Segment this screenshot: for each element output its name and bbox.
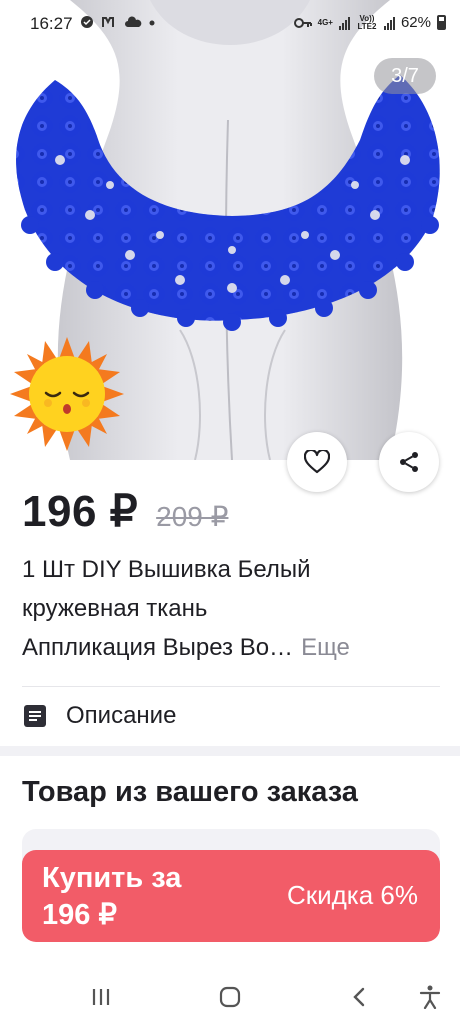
signal-icon-1: [338, 16, 350, 30]
key-icon: [293, 17, 312, 28]
description-label: Описание: [66, 702, 177, 729]
recent-apps-button[interactable]: [86, 982, 116, 1012]
dot-icon: [149, 20, 155, 26]
accessibility-button[interactable]: [415, 982, 445, 1012]
favorite-button[interactable]: [287, 432, 347, 492]
title-line: 1 Шт DIY Вышивка Белый: [22, 556, 311, 583]
signal-icon-2: [383, 16, 395, 30]
back-icon: [353, 987, 365, 1007]
buy-label: Купить за 196 ₽: [42, 860, 181, 934]
data-saver-icon: [102, 17, 114, 27]
document-icon: [24, 705, 46, 727]
accessibility-icon: [419, 985, 441, 1009]
buy-label-price: 196 ₽: [42, 899, 117, 931]
share-button[interactable]: [379, 432, 439, 492]
section-separator: [0, 746, 460, 756]
status-time: 16:27: [30, 14, 73, 33]
share-icon: [400, 452, 418, 472]
current-price: 196 ₽: [22, 487, 139, 536]
arrow-left-icon: [27, 66, 47, 84]
image-counter: 3/7: [374, 58, 436, 94]
product-image-gallery[interactable]: 3/7: [0, 0, 460, 460]
back-button[interactable]: [20, 58, 54, 92]
more-link[interactable]: Еще: [301, 634, 350, 661]
title-line: кружевная ткань: [22, 595, 208, 622]
buy-label-line1: Купить за: [42, 862, 182, 894]
old-price: 209 ₽: [156, 501, 229, 532]
title-line-text: Аппликация Вырез Во…: [22, 634, 294, 661]
divider: [22, 686, 440, 687]
home-icon: [219, 986, 241, 1008]
battery-percent: 62%: [400, 14, 431, 31]
heart-icon: [304, 450, 330, 474]
network-type-label: 4G+: [317, 17, 333, 27]
system-nav-bar: [0, 970, 460, 1024]
sleeping-sun-icon: [10, 337, 124, 451]
price-row: 196 ₽ 209 ₽: [22, 486, 228, 537]
notification-icons: [80, 15, 155, 29]
product-title[interactable]: 1 Шт DIY Вышивка Белый кружевная ткань А…: [22, 550, 442, 667]
title-line: Аппликация Вырез Во… Еще: [22, 628, 442, 667]
status-right: 4G+ Vo)) LTE2 62%: [293, 13, 446, 31]
weather-icon: [125, 16, 142, 27]
order-section-title: Товар из вашего заказа: [22, 776, 358, 808]
buy-button[interactable]: Купить за 196 ₽ Скидка 6%: [22, 850, 440, 942]
back-nav-button[interactable]: [344, 982, 374, 1012]
shield-app-icon: [81, 16, 93, 28]
volte-label: Vo)) LTE2: [357, 13, 377, 31]
status-bar: 16:27 4G+ Vo)) LTE2 62%: [0, 0, 460, 48]
recent-apps-icon: [92, 989, 110, 1005]
discount-label: Скидка 6%: [286, 880, 418, 910]
home-button[interactable]: [215, 982, 245, 1012]
description-row[interactable]: Описание: [22, 700, 176, 732]
battery-icon: [437, 15, 446, 30]
